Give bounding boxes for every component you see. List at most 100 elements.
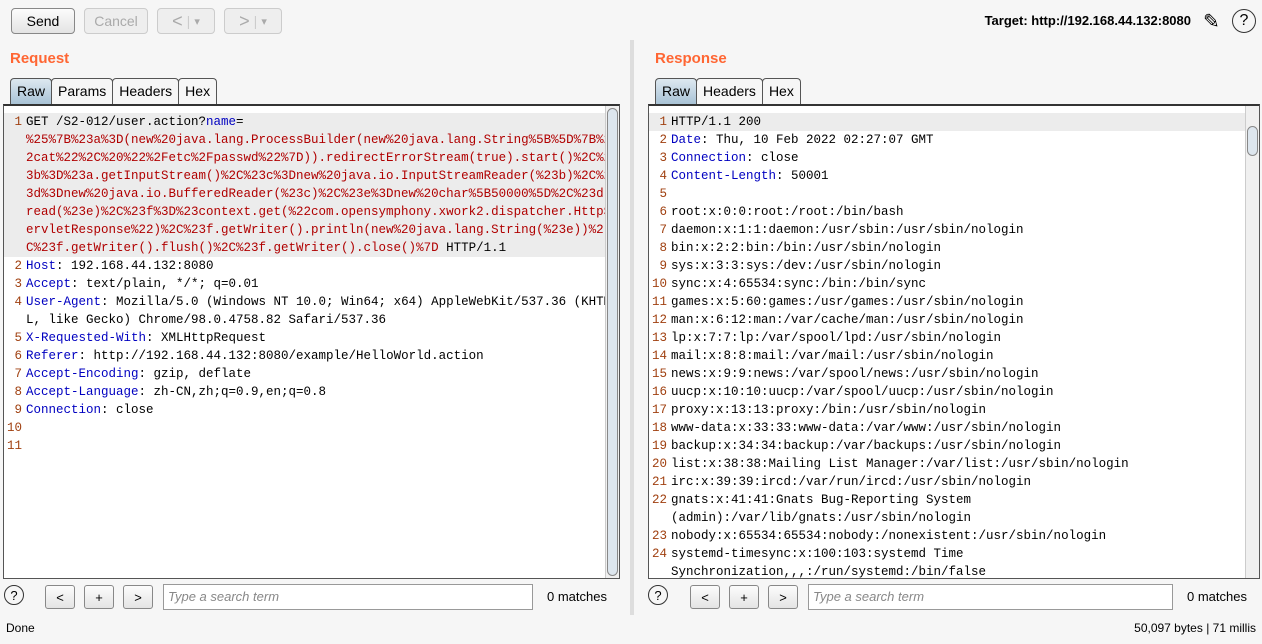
response-editor[interactable]: 1 HTTP/1.1 200 2 Date: Thu, 10 Feb 2022 02:… [648,104,1260,579]
header-name: name [206,115,237,129]
line-number: 1 [659,115,667,129]
text: systemd-timesync:x:100:103:systemd Time … [671,547,987,579]
line-text: list:x:38:38:Mailing List Manager:/var/l… [671,455,1259,473]
line-text [671,185,1259,203]
cancel-button[interactable]: Cancel [84,8,148,34]
line-text: Accept: text/plain, */*; q=0.01 [26,275,619,293]
editor-line: 8 bin:x:2:2:bin:/bin:/usr/sbin/nologin [649,239,1259,257]
editor-line: 7 Accept-Encoding: gzip, deflate [4,365,619,383]
request-tabs: Raw Params Headers Hex [10,78,218,104]
tab-raw[interactable]: Raw [655,78,698,104]
response-search-next-button[interactable]: > [768,585,798,609]
line-text: GET /S2-012/user.action?name= %25%7B%23a… [26,113,619,257]
line-text: Accept-Language: zh-CN,zh;q=0.9,en;q=0.8 [26,383,619,401]
line-text: Referer: http://192.168.44.132:8080/exam… [26,347,619,365]
request-search-input[interactable]: Type a search term [163,584,533,610]
editor-line: 23 nobody:x:65534:65534:nobody:/nonexiste… [649,527,1259,545]
line-number: 17 [651,403,667,417]
scroll-thumb[interactable] [607,108,618,576]
text: news:x:9:9:news:/var/spool/news:/usr/sbi… [671,367,1039,381]
scroll-thumb[interactable] [1247,126,1258,156]
response-search-prev-button[interactable]: < [690,585,720,609]
response-help-icon[interactable]: ? [648,585,668,605]
text: uucp:x:10:10:uucp:/var/spool/uucp:/usr/s… [671,385,1054,399]
editor-line: 7 daemon:x:1:1:daemon:/usr/sbin:/usr/sbin… [649,221,1259,239]
back-icon: < [172,10,183,31]
editor-line: 1 HTTP/1.1 200 [649,113,1259,131]
line-number: 5 [659,187,667,201]
text: : text/plain, */*; q=0.01 [71,277,259,291]
line-text: mail:x:8:8:mail:/var/mail:/usr/sbin/nolo… [671,347,1259,365]
response-search-add-button[interactable]: + [729,585,759,609]
editor-line: 5 X-Requested-With: XMLHttpRequest [4,329,619,347]
status-stats: 50,097 bytes | 71 millis [1134,621,1256,635]
target-label: Target: http://192.168.44.132:8080 [984,13,1191,28]
text: irc:x:39:39:ircd:/var/run/ircd:/usr/sbin… [671,475,1032,489]
line-text: games:x:5:60:games:/usr/games:/usr/sbin/… [671,293,1259,311]
text: HTTP/1.1 [438,241,507,255]
back-button[interactable]: < | ▾ [157,8,215,34]
chevron-down-icon: ▾ [194,15,200,28]
request-scrollbar[interactable] [605,106,619,578]
request-editor[interactable]: 1 GET /S2-012/user.action?name= %25%7B%23… [3,104,620,579]
line-text: lp:x:7:7:lp:/var/spool/lpd:/usr/sbin/nol… [671,329,1259,347]
line-text [26,419,619,437]
line-number: 9 [659,259,667,273]
request-search-next-button[interactable]: > [123,585,153,609]
editor-line: 12 man:x:6:12:man:/var/cache/man:/usr/sbi… [649,311,1259,329]
line-text: Content-Length: 50001 [671,167,1259,185]
tab-hex[interactable]: Hex [761,78,801,104]
line-number: 11 [651,295,667,309]
tab-params[interactable]: Params [51,78,114,104]
tab-headers[interactable]: Headers [112,78,180,104]
header-name: Accept [26,277,72,291]
editor-line: 8 Accept-Language: zh-CN,zh;q=0.9,en;q=0.… [4,383,619,401]
text: backup:x:34:34:backup:/var/backups:/usr/… [671,439,1062,453]
text: bin:x:2:2:bin:/bin:/usr/sbin/nologin [671,241,942,255]
line-text: User-Agent: Mozilla/5.0 (Windows NT 10.0… [26,293,619,329]
forward-button[interactable]: > | ▾ [224,8,282,34]
line-text: Connection: close [26,401,619,419]
text: gnats:x:41:41:Gnats Bug-Reporting System… [671,493,972,525]
editor-line: 20 list:x:38:38:Mailing List Manager:/var… [649,455,1259,473]
text: : http://192.168.44.132:8080/example/Hel… [78,349,484,363]
request-title: Request [10,50,70,67]
editor-line: 11 games:x:5:60:games:/usr/games:/usr/sbi… [649,293,1259,311]
editor-line: 9 Connection: close [4,401,619,419]
tab-headers[interactable]: Headers [696,78,763,104]
response-search-input[interactable]: Type a search term [808,584,1173,610]
editor-line: 4 User-Agent: Mozilla/5.0 (Windows NT 10.… [4,293,619,329]
header-name: Connection [671,151,747,165]
editor-line: 14 mail:x:8:8:mail:/var/mail:/usr/sbin/no… [649,347,1259,365]
line-number: 24 [651,547,667,561]
line-text: backup:x:34:34:backup:/var/backups:/usr/… [671,437,1259,455]
editor-line: 4 Content-Length: 50001 [649,167,1259,185]
text: HTTP/1.1 200 [671,115,762,129]
header-name: Date [671,133,702,147]
response-scrollbar[interactable] [1245,106,1259,578]
request-search-add-button[interactable]: + [84,585,114,609]
line-number: 12 [651,313,667,327]
response-tabs: Raw Headers Hex [655,78,801,104]
editor-line: 18 www-data:x:33:33:www-data:/var/www:/us… [649,419,1259,437]
request-search-prev-button[interactable]: < [45,585,75,609]
editor-line: 17 proxy:x:13:13:proxy:/bin:/usr/sbin/nol… [649,401,1259,419]
request-help-icon[interactable]: ? [4,585,24,605]
line-text: Accept-Encoding: gzip, deflate [26,365,619,383]
tab-hex[interactable]: Hex [178,78,218,104]
send-button[interactable]: Send [11,8,75,34]
editor-line: 2 Date: Thu, 10 Feb 2022 02:27:07 GMT [649,131,1259,149]
edit-target-icon[interactable]: ✎ [1203,9,1220,34]
help-icon[interactable]: ? [1232,9,1256,33]
text: proxy:x:13:13:proxy:/bin:/usr/sbin/nolog… [671,403,987,417]
line-text: HTTP/1.1 200 [671,113,1259,131]
header-name: User-Agent [26,295,102,309]
tab-raw[interactable]: Raw [10,78,53,104]
pane-divider[interactable] [630,40,634,615]
line-number: 18 [651,421,667,435]
editor-line: 3 Connection: close [649,149,1259,167]
line-number: 19 [651,439,667,453]
line-number: 4 [14,295,22,309]
line-text: sync:x:4:65534:sync:/bin:/bin/sync [671,275,1259,293]
editor-line: 9 sys:x:3:3:sys:/dev:/usr/sbin/nologin [649,257,1259,275]
